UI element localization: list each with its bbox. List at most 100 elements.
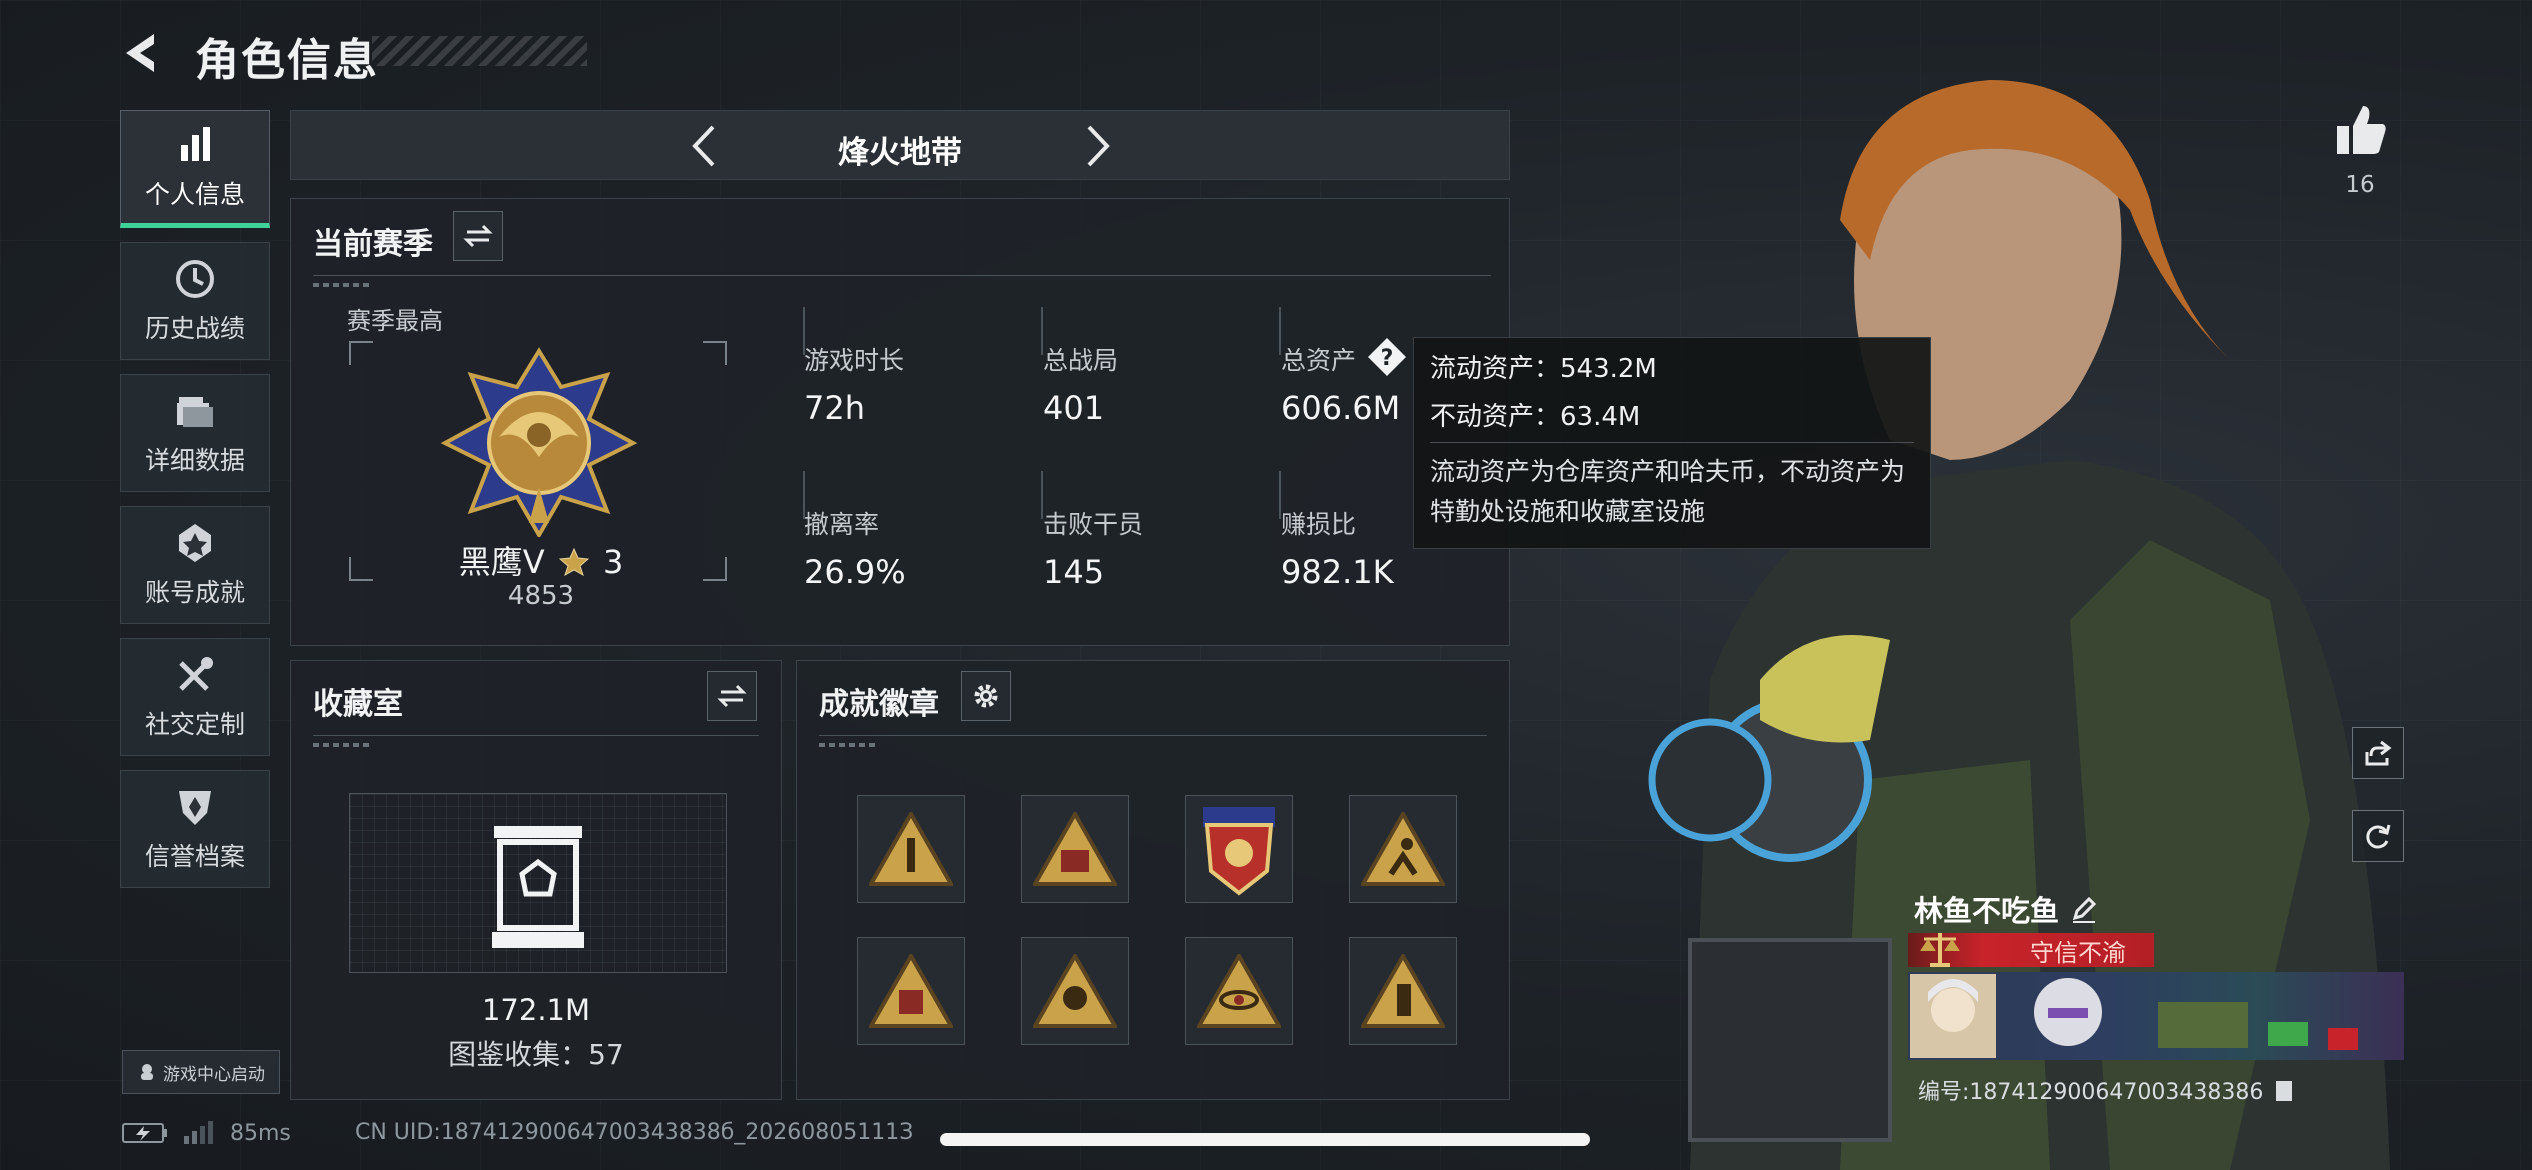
stat-value: 606.6M bbox=[1281, 389, 1401, 427]
swap-icon bbox=[463, 224, 493, 248]
game-center-launch-label: 游戏中心启动 bbox=[163, 1064, 265, 1085]
stat-kills: 击败干员 145 bbox=[1043, 505, 1143, 591]
shield-icon bbox=[179, 791, 211, 825]
panel-divider bbox=[313, 735, 759, 736]
stat-value: 72h bbox=[804, 389, 865, 427]
home-indicator[interactable] bbox=[940, 1133, 1590, 1146]
star-icon bbox=[558, 547, 589, 577]
stat-playtime: 游戏时长 72h bbox=[804, 341, 904, 427]
season-panel-title: 当前赛季 bbox=[313, 227, 433, 262]
achievement-badges-panel: 成就徽章 bbox=[796, 660, 1510, 1100]
player-id: 编号:187412900647003438386 bbox=[1918, 1080, 2264, 1105]
player-banner bbox=[1908, 972, 2404, 1060]
game-center-icon bbox=[141, 1064, 153, 1080]
scale-emblem-icon bbox=[1920, 933, 1960, 967]
display-case-icon bbox=[492, 826, 584, 948]
liquid-assets-text: 流动资产：543.2M bbox=[1430, 354, 1657, 384]
rank-emblem-icon bbox=[440, 347, 638, 537]
tools-icon bbox=[179, 657, 213, 691]
mode-selector: 烽火地带 bbox=[290, 110, 1510, 180]
achievement-badge[interactable] bbox=[1349, 937, 1457, 1045]
collection-count: 图鉴收集：57 bbox=[448, 1038, 624, 1071]
stat-label: 赚损比 bbox=[1281, 510, 1357, 539]
mode-title: 烽火地带 bbox=[838, 135, 962, 171]
sidebar-item-achievements[interactable]: 账号成就 bbox=[120, 506, 270, 624]
stat-extract-rate: 撤离率 26.9% bbox=[804, 505, 906, 591]
achievements-settings-button[interactable] bbox=[961, 671, 1011, 721]
status-bar: 85ms bbox=[122, 1120, 291, 1146]
panel-decoration bbox=[313, 743, 373, 747]
title-decoration bbox=[372, 36, 587, 66]
sidebar-item-social[interactable]: 社交定制 bbox=[120, 638, 270, 756]
stat-label: 击败干员 bbox=[1043, 510, 1144, 539]
achievement-badge[interactable] bbox=[1021, 937, 1129, 1045]
collection-showcase bbox=[349, 793, 727, 973]
calendar-badge-icon bbox=[869, 954, 953, 1028]
sidebar-item-label: 详细数据 bbox=[144, 446, 245, 475]
sidebar-item-label: 社交定制 bbox=[144, 710, 245, 739]
fixed-assets-text: 不动资产：63.4M bbox=[1430, 402, 1641, 432]
like-count: 16 bbox=[2345, 172, 2375, 198]
eagle-shield-badge-icon bbox=[1203, 807, 1275, 896]
achievement-badge[interactable] bbox=[1185, 795, 1293, 903]
sidebar-item-label: 历史战绩 bbox=[144, 314, 245, 343]
achievement-badge[interactable] bbox=[1349, 795, 1457, 903]
atom-badge-icon bbox=[1197, 954, 1281, 1028]
assets-tooltip: 流动资产：543.2M 不动资产：63.4M 流动资产为仓库资产和哈夫币，不动资… bbox=[1413, 337, 1931, 549]
player-name: 林鱼不吃鱼 bbox=[1914, 894, 2060, 928]
soldier-badge-icon bbox=[1361, 954, 1445, 1028]
clock-icon bbox=[176, 260, 214, 298]
panel-decoration bbox=[819, 743, 879, 747]
rank-name-row: 黑鹰V 3 bbox=[391, 537, 691, 583]
sidebar-item-label: 信誉档案 bbox=[144, 842, 245, 871]
edit-icon[interactable] bbox=[2069, 894, 2099, 924]
game-center-launch-button[interactable]: 游戏中心启动 bbox=[122, 1050, 280, 1094]
sidebar-item-details[interactable]: 详细数据 bbox=[120, 374, 270, 492]
panel-divider bbox=[819, 735, 1487, 736]
sidebar-item-label: 账号成就 bbox=[144, 578, 245, 607]
sidebar-item-personal-info[interactable]: 个人信息 bbox=[120, 110, 270, 228]
rank-name: 黑鹰V bbox=[458, 543, 545, 581]
rotate-view-button[interactable] bbox=[2352, 810, 2404, 862]
panel-divider bbox=[313, 275, 1491, 276]
stat-value: 26.9% bbox=[804, 553, 906, 591]
copy-icon[interactable] bbox=[2274, 1079, 2296, 1103]
achievement-badge[interactable] bbox=[857, 937, 965, 1045]
svg-text:?: ? bbox=[1381, 346, 1394, 371]
tooltip-divider bbox=[1430, 442, 1914, 443]
sidebar-item-label: 个人信息 bbox=[144, 180, 245, 209]
player-id-row: 编号:187412900647003438386 bbox=[1918, 1074, 2296, 1106]
folder-icon bbox=[177, 397, 213, 427]
achievement-badge[interactable] bbox=[1185, 937, 1293, 1045]
sidebar-item-credit[interactable]: 信誉档案 bbox=[120, 770, 270, 888]
swap-icon bbox=[717, 684, 747, 708]
skull-badge-icon bbox=[1033, 954, 1117, 1028]
achievement-badge[interactable] bbox=[857, 795, 965, 903]
player-title-text: 守信不渝 bbox=[2030, 938, 2126, 967]
thumbs-up-icon[interactable] bbox=[2333, 102, 2389, 158]
help-icon[interactable]: ? bbox=[1367, 337, 1407, 377]
season-switch-button[interactable] bbox=[453, 211, 503, 261]
crate-badge-icon bbox=[1033, 812, 1117, 886]
stat-profit-ratio: 赚损比 982.1K bbox=[1281, 505, 1394, 591]
back-arrow-icon[interactable] bbox=[118, 28, 168, 78]
sidebar-item-history[interactable]: 历史战绩 bbox=[120, 242, 270, 360]
bar-chart-icon bbox=[181, 127, 210, 161]
player-title-tag: 守信不渝 bbox=[1908, 933, 2154, 967]
chevron-right-icon[interactable] bbox=[1071, 121, 1121, 171]
share-button[interactable] bbox=[2352, 727, 2404, 779]
panel-decoration bbox=[313, 283, 373, 287]
achievement-badge[interactable] bbox=[1021, 795, 1129, 903]
collection-switch-button[interactable] bbox=[707, 671, 757, 721]
ping-readout: 85ms bbox=[230, 1120, 291, 1146]
collection-room-panel[interactable]: 收藏室 172.1M 图鉴收集：57 bbox=[290, 660, 782, 1100]
collection-value: 172.1M bbox=[481, 993, 591, 1027]
stat-label: 总战局 bbox=[1043, 346, 1119, 375]
stat-value: 401 bbox=[1043, 389, 1105, 427]
rank-stars: 3 bbox=[602, 543, 624, 581]
signal-icon bbox=[184, 1121, 213, 1144]
banner-art bbox=[1910, 974, 2358, 1058]
current-season-panel: 当前赛季 赛季最高 黑鹰V 3 4853 游戏时长 72h 总战局 401 总资… bbox=[290, 198, 1510, 646]
rocket-badge-icon bbox=[869, 812, 953, 886]
stat-label: 游戏时长 bbox=[804, 346, 905, 375]
